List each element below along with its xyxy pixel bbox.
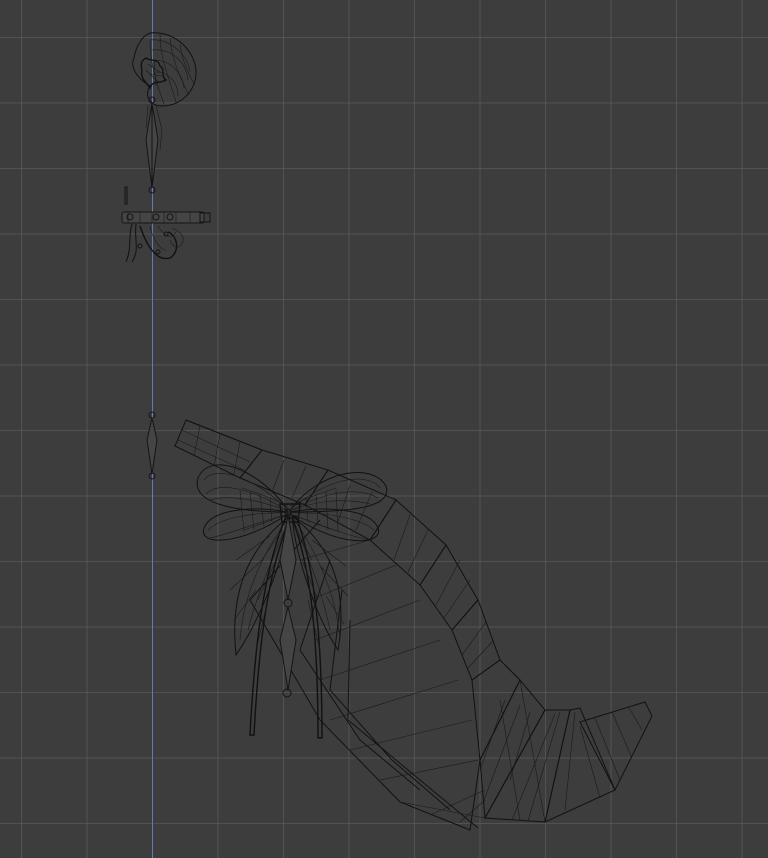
- hair-bun-mesh[interactable]: [132, 32, 197, 107]
- 3d-viewport[interactable]: [0, 0, 768, 858]
- viewport-canvas[interactable]: [0, 0, 768, 858]
- hairpin-accessory-mesh[interactable]: [121, 186, 211, 263]
- armature-middle[interactable]: [146, 411, 158, 480]
- ponytail-mesh[interactable]: [174, 419, 653, 831]
- armature-upper[interactable]: [145, 96, 163, 194]
